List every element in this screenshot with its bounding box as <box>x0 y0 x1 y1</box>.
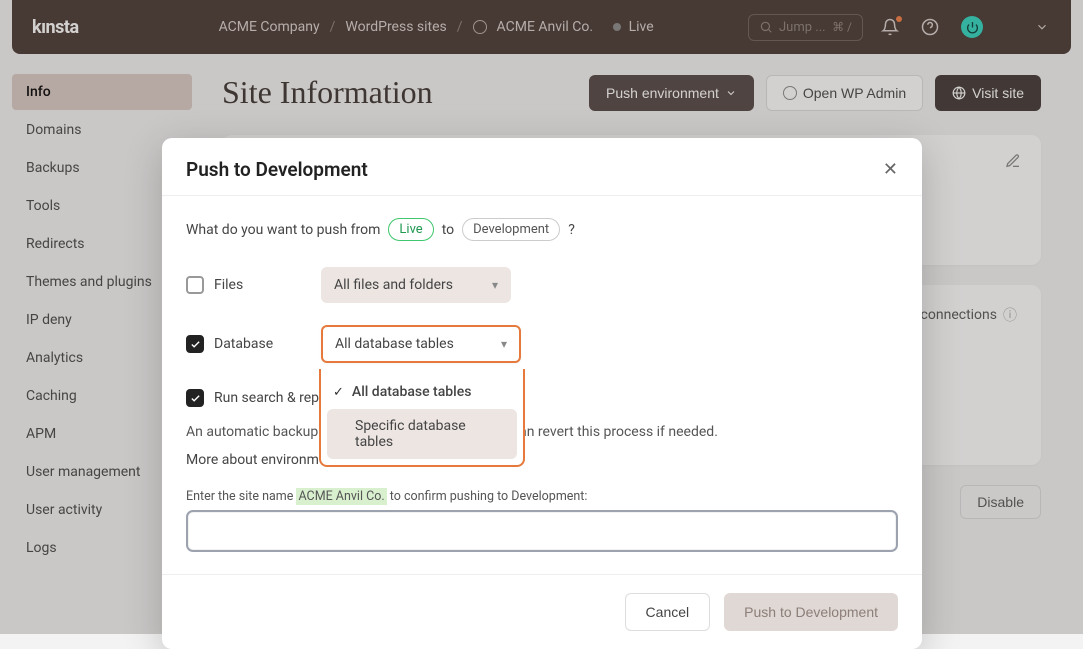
breadcrumb-sep: / <box>457 19 463 35</box>
breadcrumb-site[interactable]: ACME Anvil Co. <box>497 19 594 35</box>
connections-label: connections ⓘ <box>921 305 1017 325</box>
open-wp-admin-button[interactable]: Open WP Admin <box>766 75 923 111</box>
dropdown-option-all[interactable]: All database tables <box>327 375 517 409</box>
topbar-icons <box>881 16 1051 38</box>
select-files[interactable]: All files and folders ▾ <box>321 267 511 303</box>
env-pill-live: Live <box>388 218 433 241</box>
breadcrumb-company[interactable]: ACME Company <box>219 19 320 35</box>
modal-footer: Cancel Push to Development <box>162 574 922 649</box>
database-dropdown: All database tables Specific database ta… <box>319 369 525 467</box>
checkbox-database[interactable] <box>186 335 204 353</box>
label-database: Database <box>214 336 273 352</box>
topbar: kınsta ACME Company / WordPress sites / … <box>12 0 1071 54</box>
visit-site-button[interactable]: Visit site <box>935 75 1041 111</box>
notification-dot <box>896 16 902 22</box>
modal-title: Push to Development <box>186 158 368 181</box>
breadcrumb-section[interactable]: WordPress sites <box>345 19 446 35</box>
sidebar-item-info[interactable]: Info <box>12 74 192 110</box>
header-actions: Push environment Open WP Admin Visit sit… <box>589 75 1041 111</box>
row-database: Database All database tables ▾ All datab… <box>186 325 898 363</box>
close-icon[interactable]: ✕ <box>883 159 898 180</box>
help-icon[interactable] <box>921 18 939 36</box>
power-icon[interactable] <box>961 16 983 38</box>
push-question: What do you want to push from Live to De… <box>186 218 898 241</box>
select-database[interactable]: All database tables ▾ <box>321 325 521 363</box>
learn-more[interactable]: More about environment push ⓘ <box>186 450 898 469</box>
disable-button[interactable]: Disable <box>960 485 1041 519</box>
env-dot-icon <box>613 23 621 31</box>
chevron-down-icon: ▾ <box>501 337 507 351</box>
row-files: Files All files and folders ▾ <box>186 267 898 303</box>
breadcrumb-sep: / <box>330 19 336 35</box>
dropdown-option-specific[interactable]: Specific database tables <box>327 409 517 459</box>
checkbox-files[interactable] <box>186 276 204 294</box>
label-search-replace: Run search & repla <box>214 390 330 406</box>
globe-icon <box>952 86 966 100</box>
search-icon <box>759 20 773 34</box>
modal-header: Push to Development ✕ <box>162 138 922 196</box>
help-icon[interactable]: ⓘ <box>1003 305 1017 325</box>
push-environment-button[interactable]: Push environment <box>589 75 754 111</box>
page-header: Site Information Push environment Open W… <box>222 74 1041 111</box>
breadcrumb-env[interactable]: Live <box>613 19 654 35</box>
breadcrumb: ACME Company / WordPress sites / ACME An… <box>219 19 748 35</box>
row-search-replace: Run search & repla <box>186 389 898 407</box>
search-shortcut: ⌘ / <box>832 20 852 34</box>
edit-icon[interactable] <box>1005 153 1021 169</box>
checkbox-search-replace[interactable] <box>186 389 204 407</box>
confirm-label: Enter the site name ACME Anvil Co. to co… <box>186 489 898 504</box>
push-to-development-button[interactable]: Push to Development <box>724 593 898 631</box>
chevron-down-icon: ▾ <box>492 278 498 292</box>
push-modal: Push to Development ✕ What do you want t… <box>162 138 922 649</box>
env-pill-dev: Development <box>462 218 560 241</box>
page-title: Site Information <box>222 74 589 111</box>
bell-icon[interactable] <box>881 18 899 36</box>
chevron-down-icon <box>725 87 737 99</box>
modal-body: What do you want to push from Live to De… <box>162 196 922 556</box>
backup-note: An automatic backup wi.. x environment, … <box>186 421 898 442</box>
label-files: Files <box>214 277 243 293</box>
account-chevron-down-icon[interactable] <box>1033 18 1051 36</box>
wordpress-icon <box>473 20 487 34</box>
search-input[interactable]: Jump ... ⌘ / <box>748 14 863 41</box>
cancel-button[interactable]: Cancel <box>625 593 711 631</box>
confirm-site-input[interactable] <box>186 510 898 552</box>
search-placeholder: Jump ... <box>779 20 826 35</box>
wordpress-icon <box>783 86 797 100</box>
brand-logo[interactable]: kınsta <box>32 17 79 38</box>
